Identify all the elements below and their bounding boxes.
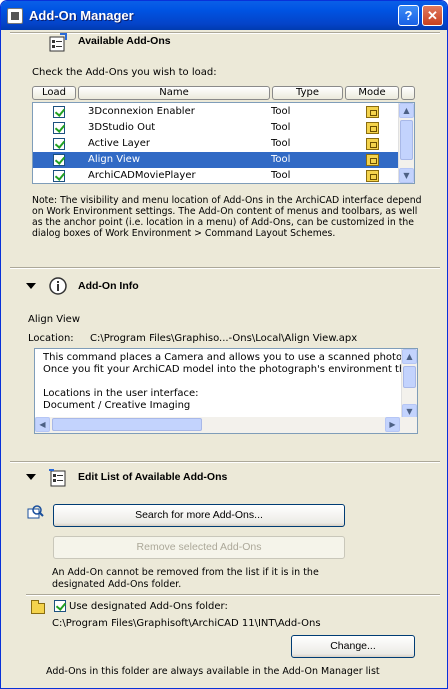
load-checkbox[interactable] (53, 154, 65, 166)
folder-path: C:\Program Files\Graphisoft\ArchiCAD 11\… (52, 618, 321, 629)
column-header-mode[interactable]: Mode (345, 86, 399, 100)
load-checkbox[interactable] (53, 122, 65, 134)
note-line: Note: The visibility and menu location o… (32, 195, 422, 206)
addon-name: 3Dconnexion Enabler (88, 106, 195, 117)
close-button[interactable]: ✕ (422, 5, 443, 26)
use-designated-folder-label[interactable]: Use designated Add-Ons folder: (69, 601, 228, 612)
column-header-type[interactable]: Type (272, 86, 343, 100)
addon-info-title: Add-On Info (78, 280, 139, 292)
description-line: Document / Creative Imaging (43, 400, 191, 411)
addon-name: ArchiCADMoviePlayer (88, 170, 196, 181)
load-checkbox[interactable] (53, 106, 65, 118)
remove-addons-button[interactable]: Remove selected Add-Ons (53, 536, 345, 559)
note-line: dialog boxes of Work Environment > Comma… (32, 228, 336, 239)
addon-type: Tool (271, 122, 291, 133)
visibility-note: Note: The visibility and menu location o… (32, 195, 422, 239)
add-on-manager-window: Add-On Manager ? ✕ Available Add-Ons Che… (0, 0, 448, 689)
addon-name: 3DStudio Out (88, 122, 156, 133)
scroll-up-button[interactable]: ▲ (399, 103, 414, 118)
list-item[interactable]: Active Layer Tool (33, 136, 399, 152)
scroll-right-button[interactable]: ▶ (385, 417, 400, 432)
remove-note: An Add-On cannot be removed from the lis… (52, 567, 319, 591)
scroll-thumb[interactable] (52, 418, 202, 431)
location-label: Location: (28, 333, 74, 344)
folder-icon (31, 600, 45, 614)
window-title: Add-On Manager (29, 8, 134, 23)
description-text: This command places a Camera and allows … (43, 352, 403, 412)
dialog-body: Available Add-Ons Check the Add-Ons you … (4, 30, 444, 687)
collapse-triangle-icon[interactable] (26, 474, 36, 480)
scroll-down-button[interactable]: ▼ (399, 168, 414, 183)
selected-addon-name: Align View (28, 314, 80, 325)
mode-icon (366, 154, 379, 166)
edit-list-icon (48, 468, 68, 488)
description-vertical-scrollbar[interactable]: ▲ ▼ (401, 349, 417, 419)
search-addons-icon (26, 504, 44, 522)
description-line: Once you fit your ArchiCAD model into th… (43, 364, 403, 375)
addons-list-icon (48, 33, 68, 53)
scroll-thumb[interactable] (403, 366, 416, 388)
column-header-name[interactable]: Name (78, 86, 270, 100)
addon-type: Tool (271, 138, 291, 149)
available-addons-title: Available Add-Ons (78, 35, 171, 47)
addon-type: Tool (271, 106, 291, 117)
addon-type: Tool (271, 154, 291, 165)
section-divider (10, 267, 440, 269)
list-item[interactable]: 3Dconnexion Enabler Tool (33, 104, 399, 120)
load-instruction: Check the Add-Ons you wish to load: (32, 67, 217, 78)
folder-note: Add-Ons in this folder are always availa… (46, 666, 380, 677)
list-item-selected[interactable]: Align View Tool (33, 152, 399, 168)
change-folder-button[interactable]: Change... (291, 635, 415, 658)
info-icon (48, 276, 68, 296)
description-line: This command places a Camera and allows … (43, 352, 403, 363)
list-item[interactable]: ArchiCADMoviePlayer Tool (33, 168, 399, 183)
addon-type: Tool (271, 170, 291, 181)
title-bar[interactable]: Add-On Manager ? ✕ (1, 1, 447, 30)
column-header-load[interactable]: Load (32, 86, 76, 100)
scroll-thumb[interactable] (400, 120, 413, 160)
use-designated-folder-checkbox[interactable] (54, 600, 66, 612)
addons-list[interactable]: 3Dconnexion Enabler Tool 3DStudio Out To… (32, 102, 415, 184)
help-button[interactable]: ? (398, 5, 419, 26)
scroll-up-button[interactable]: ▲ (402, 349, 417, 364)
description-horizontal-scrollbar[interactable]: ◀ ▶ (35, 417, 417, 433)
addon-name: Active Layer (88, 138, 150, 149)
load-checkbox[interactable] (53, 138, 65, 150)
mode-icon (366, 106, 379, 118)
note-line: An Add-On cannot be removed from the lis… (52, 567, 319, 578)
load-checkbox[interactable] (53, 170, 65, 182)
description-blank-line (43, 376, 403, 388)
note-line: designated Add-Ons folder. (52, 579, 182, 590)
search-addons-button[interactable]: Search for more Add-Ons... (53, 504, 345, 527)
section-divider (10, 32, 440, 34)
addon-name: Align View (88, 154, 140, 165)
addon-description-box[interactable]: This command places a Camera and allows … (34, 348, 418, 434)
mode-icon (366, 138, 379, 150)
edit-list-title: Edit List of Available Add-Ons (78, 471, 228, 483)
list-item[interactable]: 3DStudio Out Tool (33, 120, 399, 136)
section-divider (26, 594, 440, 596)
note-line: on Work Environment settings. The Add-On… (32, 206, 418, 217)
location-value: C:\Program Files\Graphiso...-Ons\Local\A… (90, 333, 358, 344)
collapse-triangle-icon[interactable] (26, 283, 36, 289)
mode-icon (366, 170, 379, 182)
column-header-options[interactable] (401, 86, 415, 100)
scroll-left-button[interactable]: ◀ (35, 417, 50, 432)
app-icon (7, 8, 23, 24)
list-vertical-scrollbar[interactable]: ▲ ▼ (398, 103, 414, 183)
note-line: as the anchor point (i.e. location in a … (32, 217, 414, 228)
description-line: Locations in the user interface: (43, 388, 199, 399)
section-divider (10, 461, 440, 463)
mode-icon (366, 122, 379, 134)
